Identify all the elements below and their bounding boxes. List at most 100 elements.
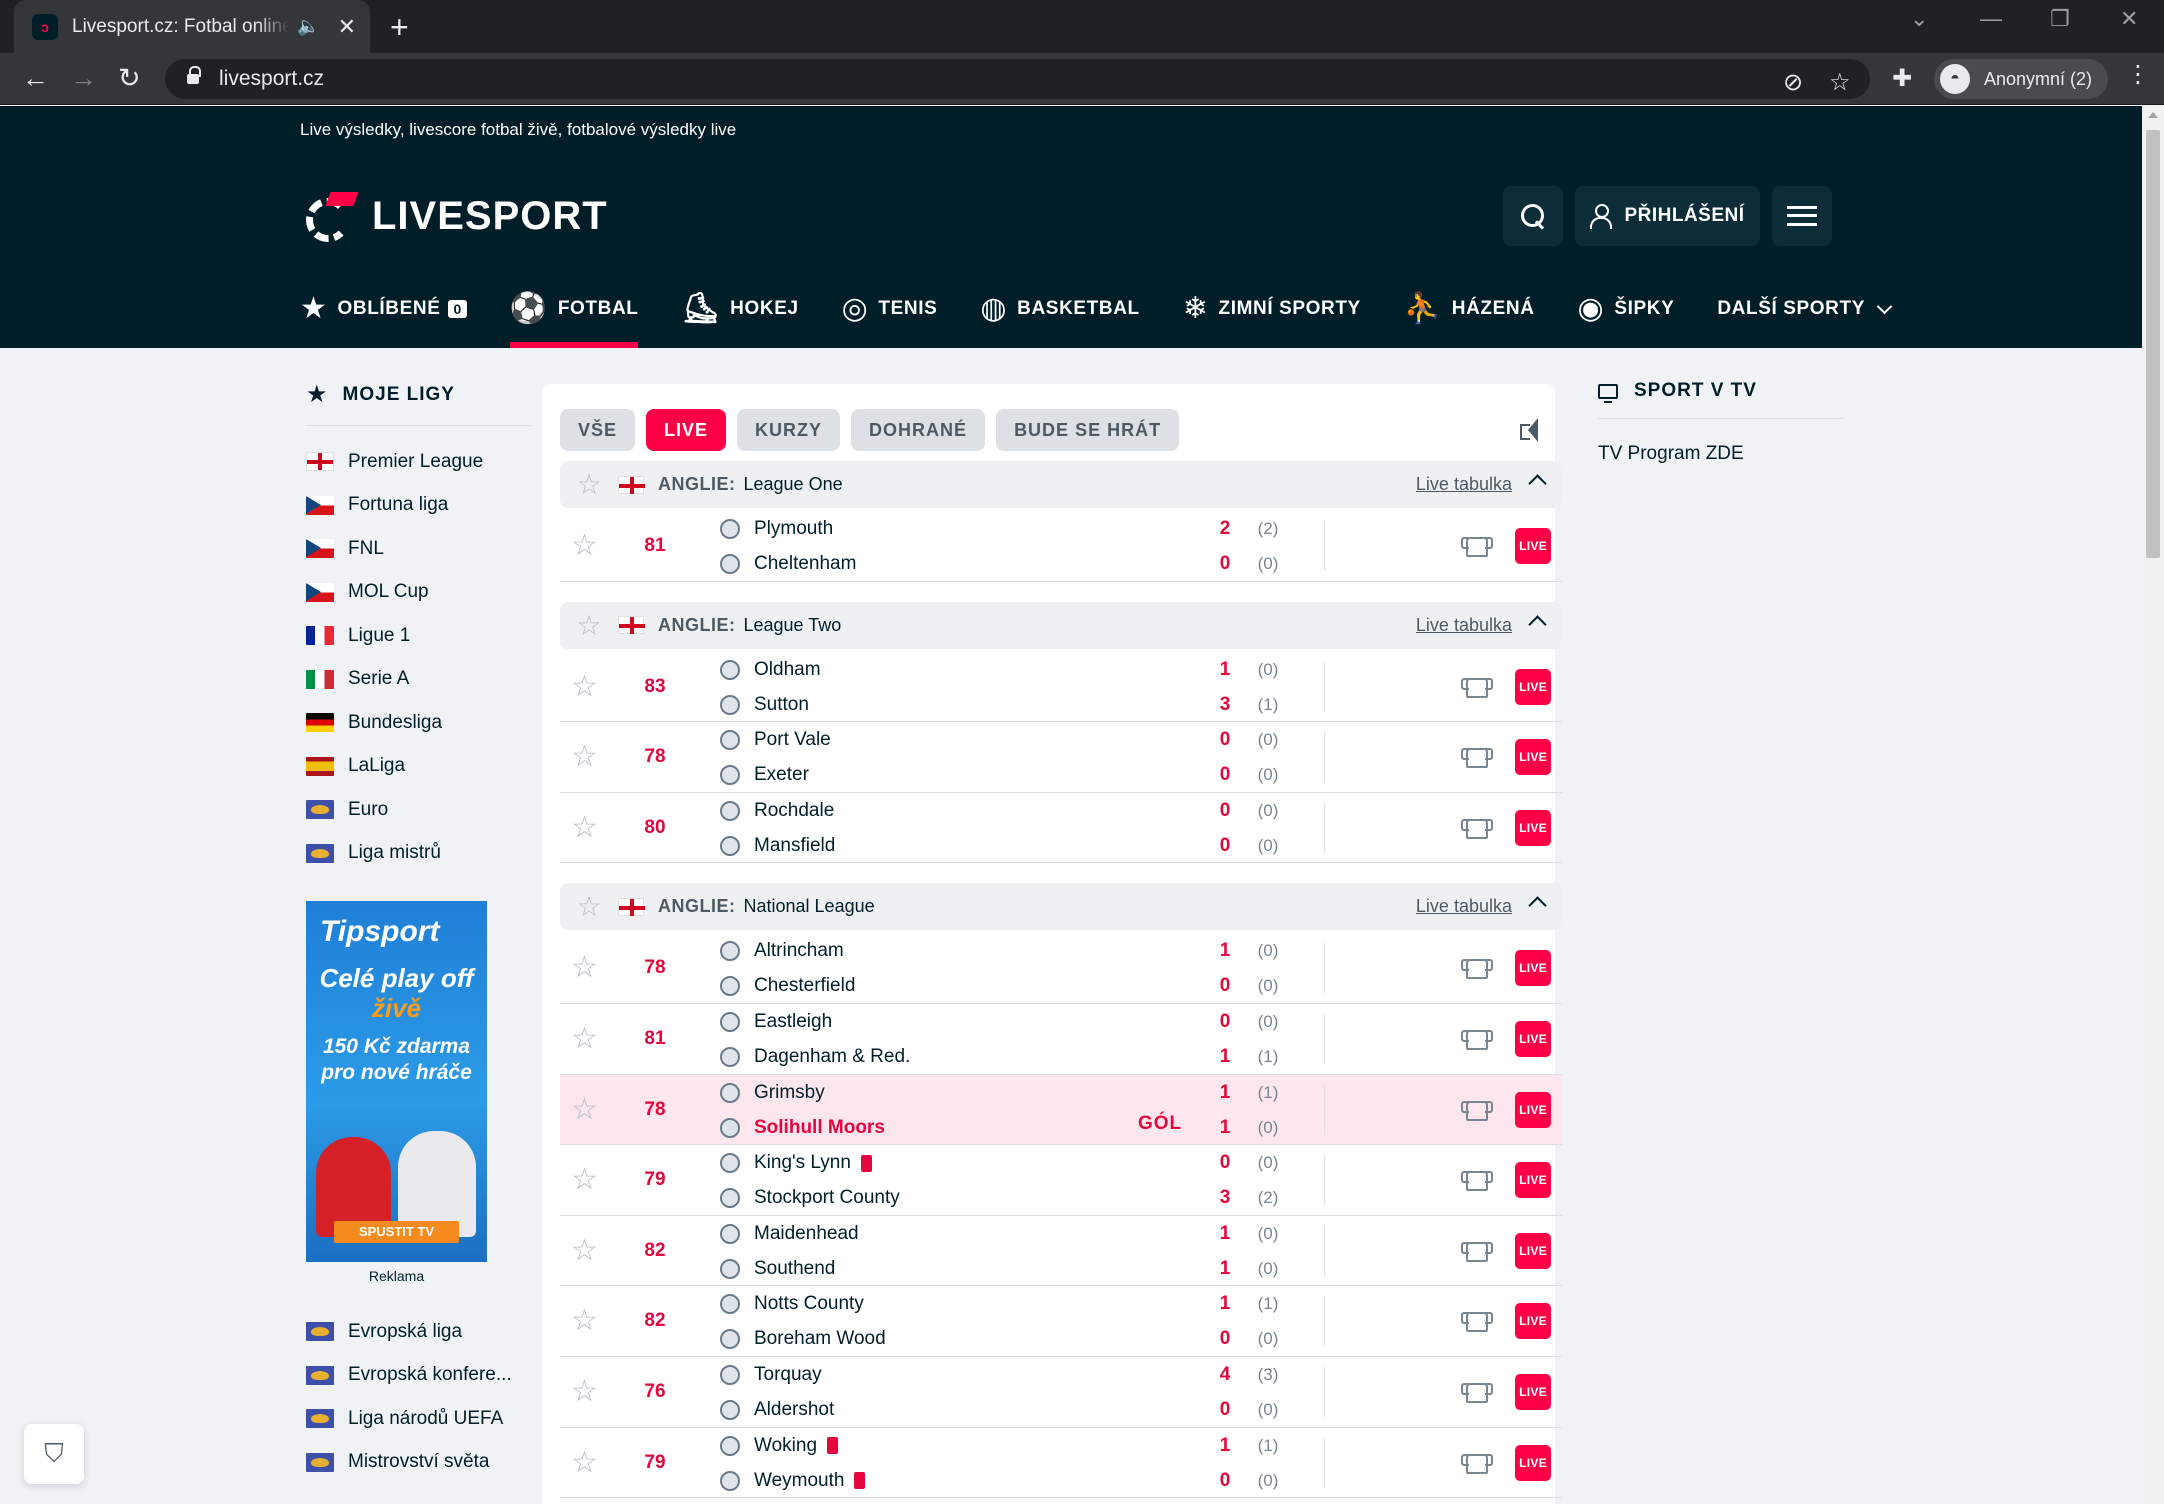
favorite-star-icon[interactable]: ☆ (560, 609, 618, 642)
lineup-shirt-icon[interactable] (1461, 1030, 1493, 1050)
tipsport-ad-banner[interactable]: Tipsport Celé play off živě 150 Kč zdarm… (306, 901, 487, 1262)
filter-all[interactable]: VŠE (560, 409, 636, 451)
lineup-shirt-icon[interactable] (1461, 1241, 1493, 1262)
filter-odds[interactable]: KURZY (737, 409, 841, 451)
favorite-star-icon[interactable]: ☆ (571, 1165, 598, 1195)
match-row[interactable]: ☆ 78 Altrincham Chesterfield 1 0 (0) (0) LIVE (560, 933, 1562, 1004)
page-scrollbar[interactable] (2142, 106, 2164, 1504)
live-badge[interactable]: LIVE (1515, 950, 1551, 987)
live-table-link[interactable]: Live tabulka (1416, 474, 1512, 495)
sidebar-league-item[interactable]: Serie A (306, 658, 531, 702)
audio-playing-icon[interactable]: 🔈 (297, 16, 319, 37)
favorite-star-icon[interactable]: ☆ (560, 468, 618, 501)
chevron-up-icon[interactable] (1528, 896, 1547, 916)
login-button[interactable]: PŘIHLÁŠENÍ (1575, 186, 1760, 246)
filter-finished[interactable]: DOHRANÉ (851, 409, 986, 451)
lineup-shirt-icon[interactable] (1461, 1171, 1493, 1192)
favorite-star-icon[interactable]: ☆ (571, 1447, 598, 1478)
favorite-star-icon[interactable]: ☆ (571, 812, 598, 843)
favorite-star-icon[interactable]: ☆ (571, 531, 598, 561)
restore-icon[interactable]: ❐ (2050, 6, 2070, 32)
menu-button[interactable] (1772, 186, 1832, 246)
league-header[interactable]: ☆ ANGLIE: League Two Live tabulka (560, 601, 1562, 649)
match-row[interactable]: ☆ 82 Notts County Boreham Wood 1 0 (1) (0) LIVE (560, 1286, 1562, 1357)
filter-live[interactable]: LIVE (646, 409, 727, 451)
favorite-star-icon[interactable]: ☆ (571, 1094, 598, 1125)
live-badge[interactable]: LIVE (1515, 1444, 1551, 1481)
match-row[interactable]: ☆ 79 King's Lynn Stockport County 0 3 (0) (2) LI… (560, 1145, 1562, 1216)
livesport-logo[interactable]: LIVESPORT (306, 190, 608, 242)
nav-tennis[interactable]: ◎ TENIS (842, 276, 938, 342)
league-header[interactable]: ☆ ANGLIE: League One Live tabulka (560, 461, 1562, 508)
browser-tab[interactable]: ↄ Livesport.cz: Fotbal online, fotbalové… (14, 0, 370, 53)
sound-icon[interactable] (1520, 418, 1546, 442)
live-badge[interactable]: LIVE (1515, 528, 1551, 564)
league-name[interactable]: League One (744, 474, 843, 495)
sidebar-league-item[interactable]: Evropská liga (306, 1310, 531, 1354)
match-row[interactable]: ☆ 78 Port Vale Exeter 0 0 (0) (0) LIVE (560, 722, 1562, 793)
search-button[interactable] (1503, 186, 1563, 246)
lineup-shirt-icon[interactable] (1461, 1453, 1493, 1474)
nav-more-sports[interactable]: DALŠÍ SPORTY (1717, 276, 1893, 342)
favorite-star-icon[interactable]: ☆ (571, 1024, 598, 1054)
match-row[interactable]: ☆ 78 Grimsby Solihull Moors GÓL 1 1 (1) (0) LIVE (560, 1074, 1562, 1146)
live-table-link[interactable]: Live tabulka (1416, 615, 1512, 636)
lineup-shirt-icon[interactable] (1461, 537, 1493, 557)
lock-icon[interactable] (187, 66, 201, 86)
sidebar-league-item[interactable]: Evropská konfere... (306, 1354, 531, 1398)
chevron-up-icon[interactable] (1528, 474, 1547, 493)
lineup-shirt-icon[interactable] (1461, 1383, 1493, 1403)
nav-handball[interactable]: ⛹ HÁZENÁ (1404, 276, 1535, 342)
lineup-shirt-icon[interactable] (1461, 1100, 1493, 1121)
league-name[interactable]: National League (744, 896, 875, 917)
lineup-shirt-icon[interactable] (1461, 748, 1493, 769)
nav-basketball[interactable]: ◍ BASKETBAL (980, 276, 1139, 342)
sidebar-league-item[interactable]: Bundesliga (306, 701, 531, 745)
favorite-star-icon[interactable]: ☆ (571, 1306, 598, 1336)
match-row[interactable]: ☆ 81 Plymouth Cheltenham 2 0 (2) (0) LIVE (560, 511, 1562, 582)
back-icon[interactable]: ← (22, 63, 49, 93)
lineup-shirt-icon[interactable] (1461, 818, 1493, 839)
scroll-up-icon[interactable] (2148, 112, 2158, 118)
reload-icon[interactable]: ↻ (118, 63, 141, 93)
sidebar-league-item[interactable]: LaLiga (306, 745, 531, 789)
league-name[interactable]: League Two (744, 615, 842, 636)
ad-cta-button[interactable]: SPUSTIT TV (334, 1221, 459, 1243)
sidebar-league-item[interactable]: FNL (306, 527, 531, 571)
favorite-star-icon[interactable]: ☆ (571, 1235, 598, 1266)
live-badge[interactable]: LIVE (1515, 668, 1551, 705)
favorite-star-icon[interactable]: ☆ (571, 1377, 598, 1407)
nav-football[interactable]: ⚽ FOTBAL (509, 276, 639, 348)
extensions-icon[interactable]: ✚ (1892, 64, 1912, 93)
sidebar-league-item[interactable]: Fortuna liga (306, 484, 531, 528)
match-row[interactable]: ☆ 76 Torquay Aldershot 4 0 (3) (0) LIVE (560, 1357, 1562, 1428)
live-badge[interactable]: LIVE (1515, 1374, 1551, 1410)
tv-program-link[interactable]: TV Program ZDE (1598, 443, 1844, 465)
chevron-up-icon[interactable] (1528, 614, 1547, 634)
match-row[interactable]: ☆ 79 Woking Weymouth 1 0 (1) (0) LIVE (560, 1428, 1562, 1499)
favorite-star-icon[interactable]: ☆ (571, 953, 598, 983)
match-row[interactable]: ☆ 83 Oldham Sutton 1 3 (0) (1) LIVE (560, 652, 1562, 723)
filter-scheduled[interactable]: BUDE SE HRÁT (996, 409, 1180, 451)
sidebar-league-item[interactable]: MOL Cup (306, 571, 531, 615)
tab-search-icon[interactable]: ⌄ (1910, 6, 1928, 32)
profile-button[interactable]: ◓ Anonymní (2) (1934, 59, 2109, 99)
live-table-link[interactable]: Live tabulka (1416, 896, 1512, 917)
lineup-shirt-icon[interactable] (1461, 677, 1493, 698)
address-bar[interactable]: livesport.cz ⊘ ☆ (165, 59, 1870, 99)
sidebar-league-item[interactable]: Liga národů UEFA (306, 1397, 531, 1441)
sidebar-league-item[interactable]: Liga mistrů (306, 832, 531, 876)
sidebar-league-item[interactable]: Premier League (306, 440, 531, 484)
sidebar-league-item[interactable]: Euro (306, 788, 531, 832)
window-close-icon[interactable]: ✕ (2120, 6, 2138, 32)
live-badge[interactable]: LIVE (1515, 739, 1551, 776)
nav-winter-sports[interactable]: ❄ ZIMNÍ SPORTY (1183, 276, 1361, 342)
match-row[interactable]: ☆ 82 Maidenhead Southend 1 1 (0) (0) LIVE (560, 1216, 1562, 1287)
lineup-shirt-icon[interactable] (1461, 1312, 1493, 1333)
match-row[interactable]: ☆ 80 Rochdale Mansfield 0 0 (0) (0) LIVE (560, 793, 1562, 864)
league-header[interactable]: ☆ ANGLIE: National League Live tabulka (560, 883, 1562, 931)
match-row[interactable]: ☆ 81 Eastleigh Dagenham & Red. 0 1 (0) (1) LIVE (560, 1004, 1562, 1075)
new-tab-icon[interactable]: + (390, 9, 409, 46)
nav-hockey[interactable]: ⛸ HOKEJ (681, 276, 798, 342)
url-text[interactable]: livesport.cz (219, 67, 324, 91)
